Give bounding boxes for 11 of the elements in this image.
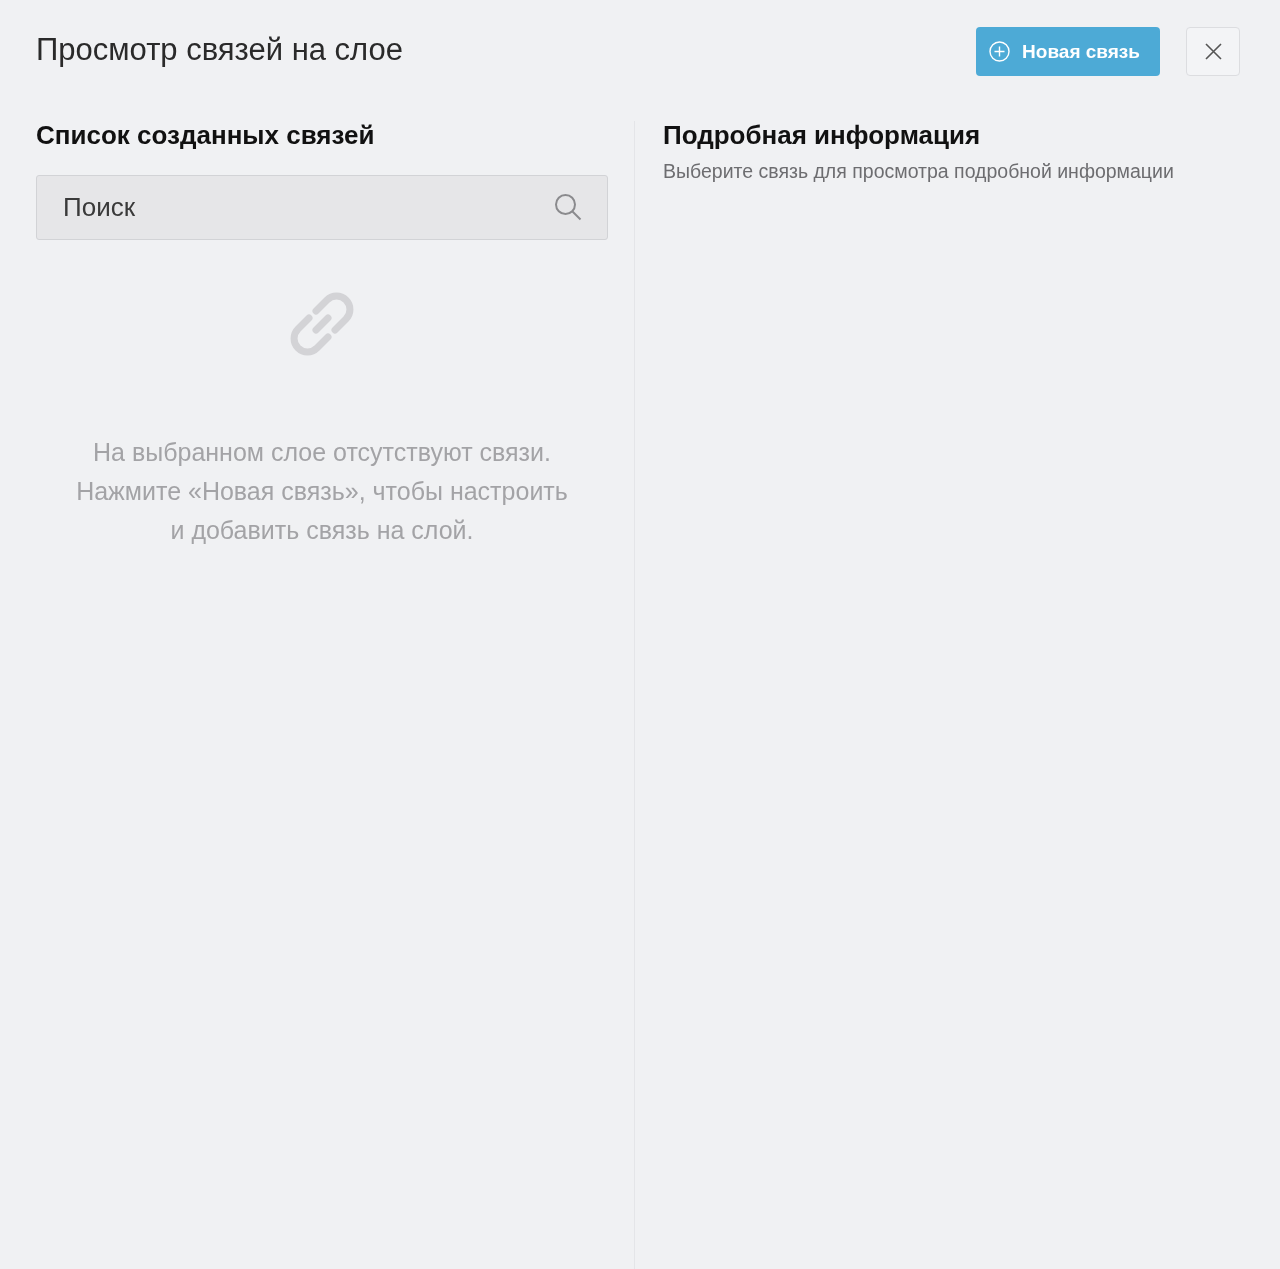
new-link-button[interactable]: Новая связь [976,27,1160,76]
search-icon [554,192,582,221]
dialog-title: Просмотр связей на слое [36,32,405,68]
close-icon [1204,43,1222,60]
close-button[interactable] [1186,27,1240,76]
details-hint: Выберите связь для просмотра подробной информации [663,159,1175,183]
plus-circle-icon [989,41,1011,62]
list-heading: Список созданных связей [36,121,376,150]
details-heading: Подробная информация [663,121,982,150]
search-field[interactable]: Поиск [36,174,608,240]
empty-state-message: На выбранном слое отсутствуют связи. Нажмите «Новая связь», чтобы настроить и добавить связь на слой. [76,436,568,546]
